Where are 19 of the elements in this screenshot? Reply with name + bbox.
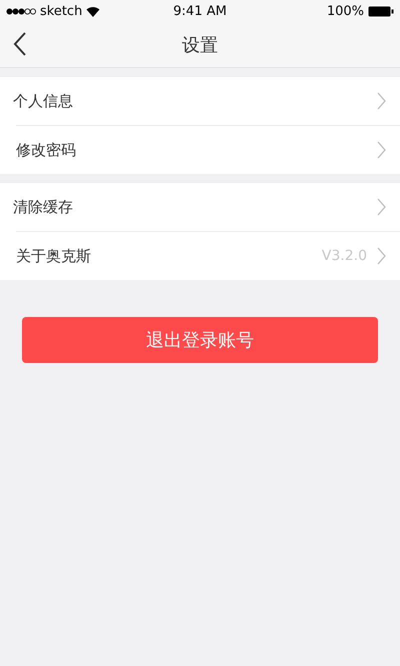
row-label: 修改密码 [16,140,77,160]
status-time: 9:41 AM [173,4,227,18]
chevron-icon [377,92,386,110]
row-label: 关于奥克斯 [16,246,92,266]
battery-percent: 100% [326,4,364,18]
settings-row[interactable]: 修改密码 [16,125,400,174]
chevron-icon [377,247,386,265]
row-label: 清除缓存 [13,198,74,216]
chevron-icon [377,141,386,159]
page-title: 设置 [182,34,218,56]
carrier-name: sketch [40,4,82,18]
wifi-icon [86,6,100,16]
settings-row[interactable]: 清除缓存 [0,183,400,231]
row-label: 个人信息 [13,92,74,110]
settings-row[interactable]: 个人信息 [0,77,400,125]
chevron-icon [377,198,386,216]
signal-icon [6,8,36,14]
back-icon[interactable] [13,32,27,56]
battery-icon [368,6,394,16]
